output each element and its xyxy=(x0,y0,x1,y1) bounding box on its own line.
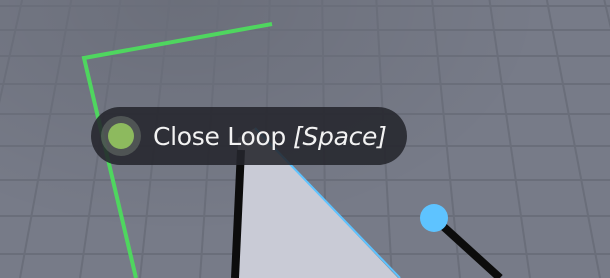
status-dot-icon xyxy=(101,116,141,156)
status-dot-inner xyxy=(108,123,134,149)
tooltip-label: Close Loop xyxy=(153,121,286,151)
close-loop-tooltip: Close Loop [Space] xyxy=(91,107,407,165)
tooltip-shortcut: [Space] xyxy=(293,121,387,151)
canvas-viewport[interactable]: Close Loop [Space] xyxy=(0,0,610,278)
vertex-handle-icon[interactable] xyxy=(420,204,448,232)
